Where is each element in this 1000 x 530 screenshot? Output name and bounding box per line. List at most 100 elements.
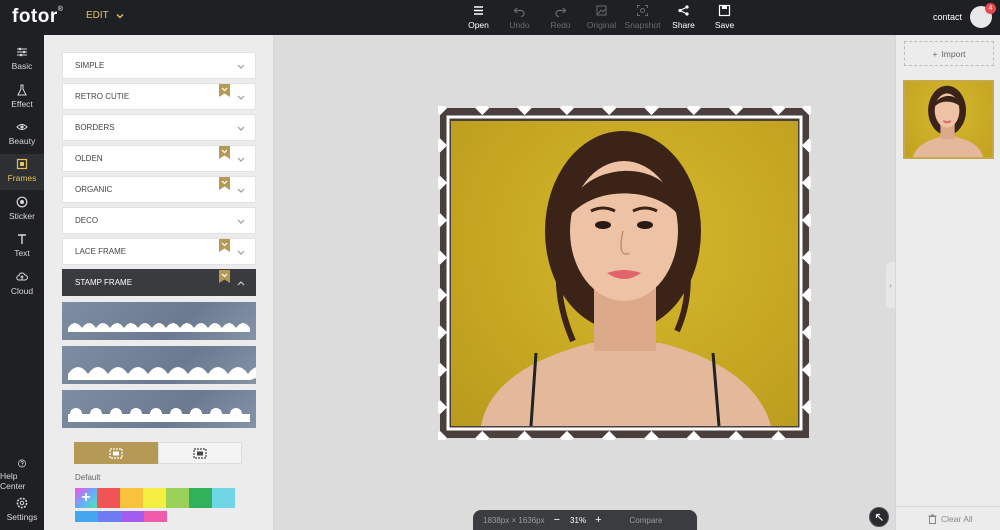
import-label: Import: [941, 48, 966, 59]
fotor-logo[interactable]: fotor®: [12, 6, 63, 28]
plus-icon: +: [932, 48, 938, 59]
zoom-in-button[interactable]: +: [595, 514, 601, 526]
premium-ribbon-icon: [219, 84, 230, 97]
image-thumbnail[interactable]: [903, 80, 994, 159]
top-bar: fotor® EDIT Open Undo Redo Original Snapshot…: [0, 0, 1000, 35]
inner-frame-option[interactable]: [158, 442, 242, 464]
chevron-down-icon: [237, 126, 245, 131]
photo-canvas[interactable]: [438, 106, 811, 440]
frame-category-organic[interactable]: ORGANIC: [62, 176, 256, 203]
original-button[interactable]: Original: [581, 4, 622, 32]
stamp-edge-preview: [68, 367, 256, 380]
flask-icon: [17, 84, 27, 96]
frame-category-label: DECO: [75, 216, 99, 225]
text-icon: [18, 234, 26, 244]
frame-category-borders[interactable]: BORDERS: [62, 114, 256, 141]
clear-all-button[interactable]: Clear All: [928, 514, 973, 524]
nav-frames[interactable]: Frames: [0, 154, 44, 190]
frame-category-lace-frame[interactable]: LACE FRAME: [62, 238, 256, 265]
chevron-down-icon: [237, 95, 245, 100]
frame-category-stamp-frame[interactable]: STAMP FRAME: [62, 269, 256, 296]
toolbar: Open Undo Redo Original Snapshot Share Save: [458, 4, 745, 32]
nav-label: Cloud: [10, 286, 34, 296]
save-button[interactable]: Save: [704, 4, 745, 32]
frame-category-simple[interactable]: SIMPLE: [62, 52, 256, 79]
frame-category-retro-cutie[interactable]: RETRO CUTIE: [62, 83, 256, 110]
color-swatch[interactable]: [120, 488, 143, 508]
color-swatch[interactable]: [121, 511, 144, 522]
undo-button[interactable]: Undo: [499, 4, 540, 32]
collapse-right-panel-handle[interactable]: ›: [886, 262, 895, 308]
toolbar-label: Share: [672, 20, 695, 30]
color-swatch[interactable]: [212, 488, 235, 508]
undo-icon: [513, 7, 525, 17]
nav-text[interactable]: Text: [0, 229, 44, 265]
nav-sticker[interactable]: Sticker: [0, 192, 44, 228]
menu-icon: [474, 6, 483, 15]
snapshot-button[interactable]: Snapshot: [622, 4, 663, 32]
nav-label: Text: [14, 248, 30, 258]
color-swatch[interactable]: [97, 488, 120, 508]
nav-label: Frames: [7, 173, 37, 183]
toolbar-label: Save: [714, 20, 735, 30]
redo-icon: [555, 7, 567, 17]
redo-button[interactable]: Redo: [540, 4, 581, 32]
stamp-style-3[interactable]: [62, 390, 256, 428]
frame-category-deco[interactable]: DECO: [62, 207, 256, 234]
nav-basic[interactable]: Basic: [0, 42, 44, 78]
compare-button[interactable]: Compare: [630, 516, 663, 525]
nav-settings[interactable]: Settings: [0, 493, 44, 529]
import-button[interactable]: + Import: [904, 41, 994, 66]
frame-category-label: RETRO CUTIE: [75, 92, 130, 101]
stamp-style-1[interactable]: [62, 302, 256, 340]
frames-panel: Default + SIMPLE RETRO CUTIE BORDERS OLDEN O…: [44, 35, 274, 530]
chevron-up-icon: [237, 281, 245, 286]
edit-menu-label: EDIT: [86, 10, 109, 21]
zoom-bar: 1838px × 1636px − 31% + Compare: [473, 510, 697, 530]
color-swatch[interactable]: [144, 511, 167, 522]
frame-category-label: LACE FRAME: [75, 247, 127, 256]
toolbar-label: Redo: [550, 20, 571, 30]
zoom-out-button[interactable]: −: [554, 514, 560, 526]
toolbar-label: Open: [468, 20, 489, 30]
color-swatch[interactable]: [98, 511, 121, 522]
left-nav: Basic Effect Beauty Frames Sticker Text Cloud H…: [0, 35, 44, 530]
nav-label: Beauty: [8, 136, 36, 146]
outer-frame-option[interactable]: [74, 442, 158, 464]
frame-icon: [16, 158, 28, 170]
color-swatch[interactable]: [75, 511, 98, 522]
color-swatch[interactable]: [143, 488, 166, 508]
nav-cloud[interactable]: Cloud: [0, 267, 44, 303]
portrait-photo: [451, 121, 798, 426]
share-icon: [678, 5, 689, 16]
stamp-style-2[interactable]: [62, 346, 256, 384]
frame-category-label: SIMPLE: [75, 61, 105, 70]
frame-category-label: ORGANIC: [75, 185, 113, 194]
chevron-down-icon: [237, 219, 245, 224]
nav-help-center[interactable]: Help Center: [0, 455, 44, 491]
nav-label: Basic: [11, 61, 33, 71]
save-icon: [718, 4, 731, 17]
zoom-percent: 31%: [570, 515, 587, 525]
edit-menu[interactable]: EDIT: [86, 10, 125, 21]
default-colors-label: Default: [75, 473, 101, 482]
nav-label: Sticker: [9, 211, 35, 221]
sticker-icon: [16, 196, 28, 208]
premium-ribbon-icon: [219, 146, 230, 159]
account-name[interactable]: contact: [933, 12, 962, 22]
fit-screen-button[interactable]: [869, 507, 889, 527]
add-color-button[interactable]: +: [75, 488, 97, 508]
premium-ribbon-icon: [219, 177, 230, 190]
share-button[interactable]: Share: [663, 4, 704, 32]
nav-effect[interactable]: Effect: [0, 80, 44, 116]
color-swatch[interactable]: [166, 488, 189, 508]
color-swatch[interactable]: [189, 488, 212, 508]
open-button[interactable]: Open: [458, 4, 499, 32]
chevron-down-icon: [237, 157, 245, 162]
toolbar-label: Undo: [509, 20, 530, 30]
nav-label: Effect: [11, 99, 33, 109]
clear-all-label: Clear All: [941, 514, 973, 524]
frame-category-olden[interactable]: OLDEN: [62, 145, 256, 172]
nav-label: Settings: [6, 512, 38, 522]
nav-beauty[interactable]: Beauty: [0, 117, 44, 153]
